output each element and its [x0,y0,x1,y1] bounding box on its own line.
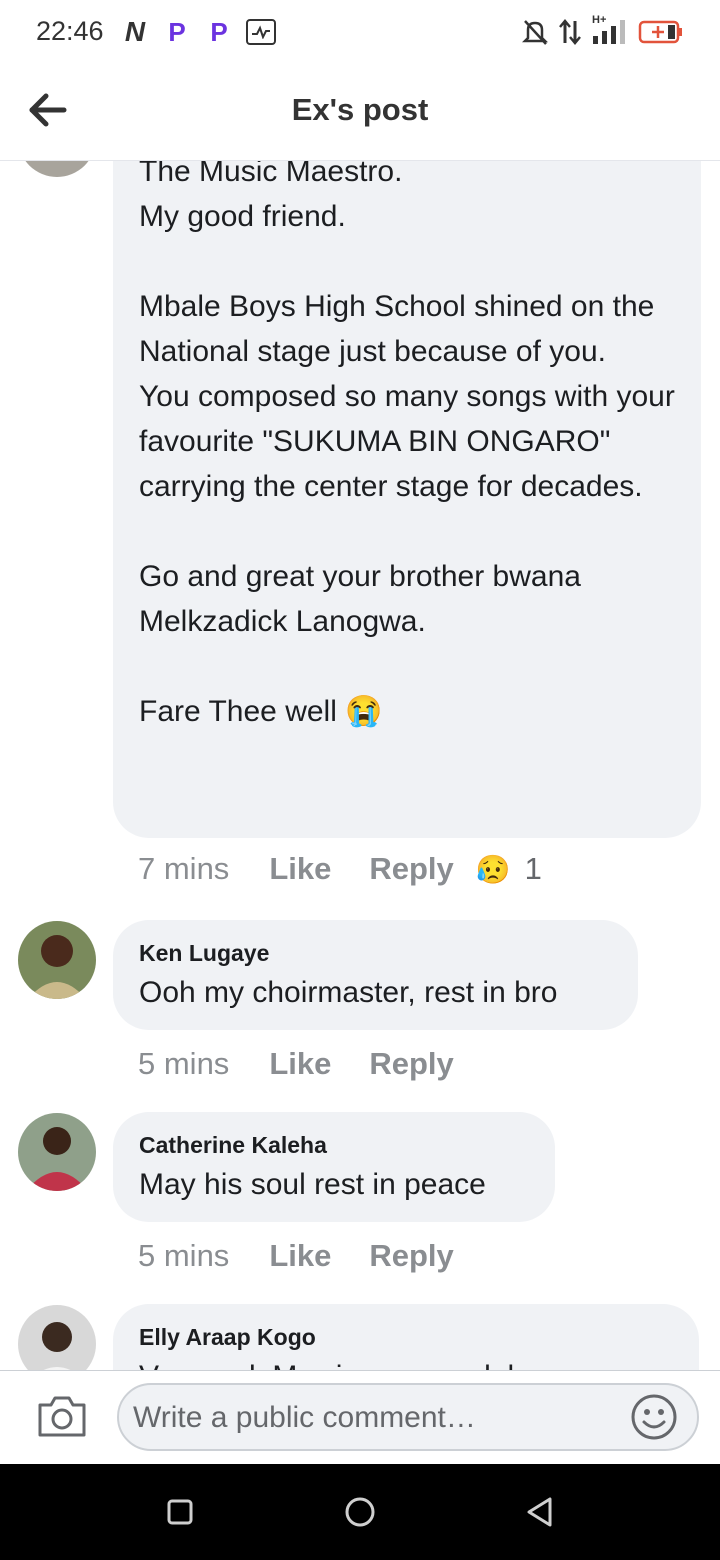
reply-button[interactable]: Reply [369,1238,453,1274]
activity-icon [246,19,276,45]
signal-icon: H+ [592,14,628,46]
comment-time: 5 mins [138,1238,230,1273]
comment-text: The Music Maestro. My good friend. Mbale… [139,161,675,728]
status-bar: 22:46 N P P H+ [0,0,720,64]
avatar[interactable] [18,1113,96,1191]
like-button[interactable]: Like [269,1238,331,1274]
reply-button[interactable]: Reply [369,851,453,887]
notification-icons: N P P [120,16,276,47]
comment-placeholder: Write a public comment… [133,1401,476,1434]
avatar[interactable] [18,161,96,177]
avatar[interactable] [18,921,96,999]
comment-time: 7 mins [138,851,230,886]
avatar[interactable] [18,1305,96,1370]
reaction-count[interactable]: 1 [525,851,542,887]
comment-actions: 5 mins Like Reply [138,1046,492,1082]
like-button[interactable]: Like [269,1046,331,1082]
battery-icon [638,20,682,44]
home-icon[interactable] [340,1492,380,1532]
recents-icon[interactable] [160,1492,200,1532]
comment-actions: 5 mins Like Reply [138,1238,492,1274]
comments-list[interactable]: The Music Maestro. My good friend. Mbale… [0,161,720,1370]
status-time: 22:46 [36,16,104,46]
comment-text: May his soul rest in peace [139,1168,486,1201]
comment-actions: 7 mins Like Reply 😥 1 [138,851,542,887]
comment-author[interactable]: Ken Lugaye [139,940,269,967]
reply-button[interactable]: Reply [369,1046,453,1082]
data-transfer-icon [559,19,581,45]
sad-reaction-icon[interactable]: 😥 [476,853,511,886]
system-nav-bar [0,1464,720,1560]
comment-bubble[interactable]: Catherine Kaleha May his soul rest in pe… [113,1112,555,1222]
crying-emoji: 😭 [345,695,383,728]
comment-author[interactable]: Elly Araap Kogo [139,1324,316,1351]
comment-time: 5 mins [138,1046,230,1081]
camera-icon[interactable] [36,1393,88,1439]
comment-text: Very sad. My sincere condolences [139,1354,594,1370]
comment-bubble[interactable]: Elly Araap Kogo Very sad. My sincere con… [113,1304,699,1370]
back-nav-icon[interactable] [520,1492,560,1532]
comment-input[interactable]: Write a public comment… [117,1383,699,1451]
comment-bubble[interactable]: Ken Lugaye Ooh my choirmaster, rest in b… [113,920,638,1030]
comment-composer: Write a public comment… [0,1370,720,1465]
comment-text: Ooh my choirmaster, rest in bro [139,976,558,1009]
comment-author[interactable]: Catherine Kaleha [139,1132,327,1159]
system-icons: H+ [522,14,684,46]
comment-bubble[interactable]: The Music Maestro. My good friend. Mbale… [113,161,701,838]
p-app-icon: P [168,16,186,47]
emoji-picker-icon[interactable] [629,1392,679,1442]
p-app-icon-2: P [210,16,228,47]
n-app-icon: N [124,16,146,47]
like-button[interactable]: Like [269,851,331,887]
page-title: Ex's post [291,92,429,127]
mute-icon [522,20,548,45]
app-header: Ex's post [0,64,720,161]
